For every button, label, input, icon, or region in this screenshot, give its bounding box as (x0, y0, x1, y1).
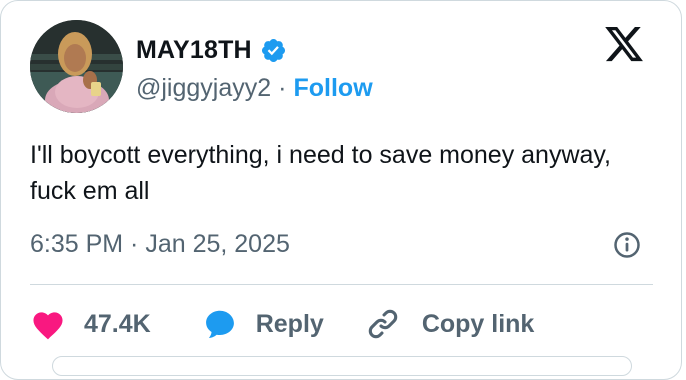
heart-icon (30, 308, 66, 340)
read-replies-button[interactable] (52, 356, 632, 376)
copy-link-button[interactable]: Copy link (366, 307, 535, 341)
author-name-row: MAY18TH (136, 35, 287, 65)
tweet-card: MAY18TH @jiggyjayy2 · Follow I'll boycot… (0, 0, 682, 380)
author-handle-row: @jiggyjayy2 · Follow (136, 73, 373, 103)
action-bar: 47.4K Reply Copy link (30, 304, 534, 344)
like-button[interactable]: 47.4K (30, 308, 151, 340)
tweet-text: I'll boycott everything, i need to save … (30, 141, 612, 205)
handle-separator: · (278, 73, 287, 102)
action-divider (30, 284, 653, 285)
reply-label: Reply (255, 309, 324, 338)
verified-badge-icon (260, 37, 287, 64)
like-count: 47.4K (84, 309, 151, 338)
avatar-image (30, 20, 123, 113)
author-display-name[interactable]: MAY18TH (136, 36, 252, 65)
tweet-timestamp[interactable]: 6:35 PM · Jan 25, 2025 (30, 229, 290, 259)
avatar[interactable] (30, 20, 123, 113)
speech-bubble-icon (203, 308, 237, 340)
reply-button[interactable]: Reply (203, 308, 324, 340)
x-logo-icon[interactable] (602, 23, 646, 65)
copy-link-label: Copy link (421, 309, 535, 338)
link-icon (366, 307, 400, 341)
info-icon[interactable] (612, 230, 642, 260)
follow-button[interactable]: Follow (293, 74, 372, 103)
author-handle[interactable]: @jiggyjayy2 (136, 74, 271, 103)
